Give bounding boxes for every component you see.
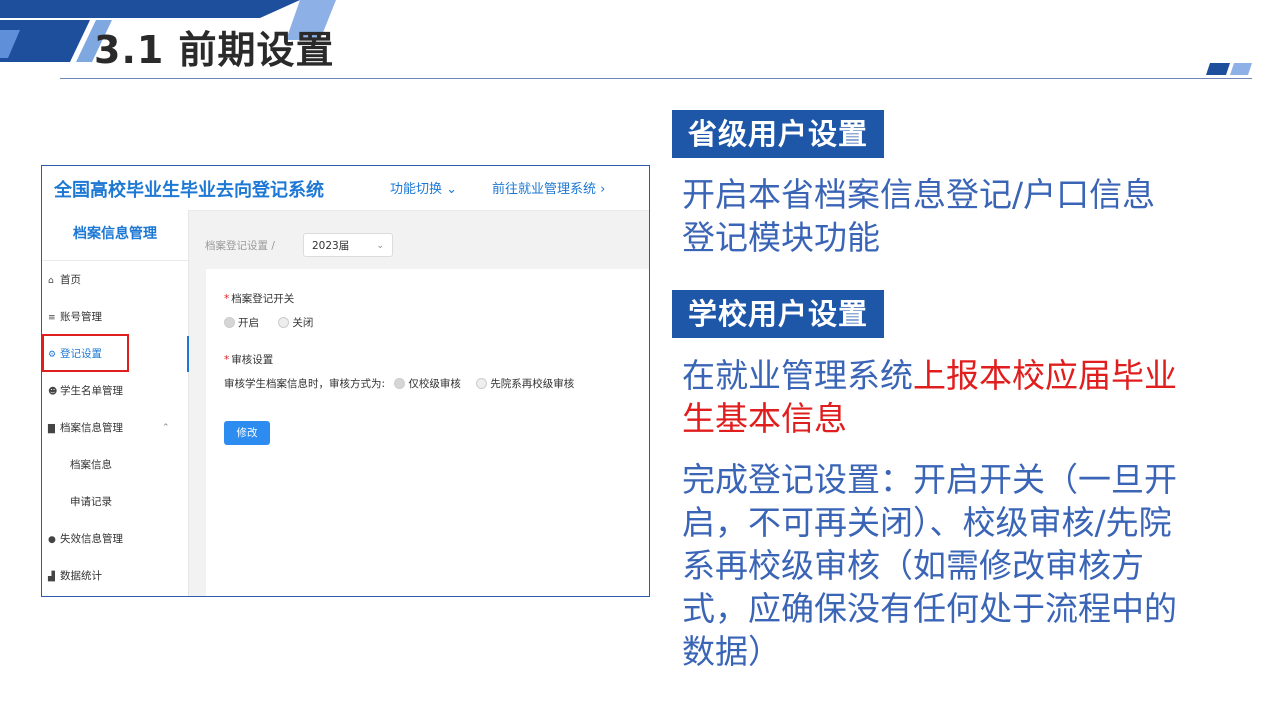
sidebar-item-label: 档案信息管理	[60, 422, 123, 434]
system-screenshot: 全国高校毕业生毕业去向登记系统 功能切换 ⌄ 前往就业管理系统 › 档案信息管理…	[41, 165, 650, 597]
sidebar-item-invalid-info[interactable]: ● 失效信息管理	[42, 521, 188, 557]
year-select[interactable]: 2023届 ⌄	[303, 233, 393, 257]
settings-card: * 档案登记开关 开启 关闭 * 审核设置 审核学生档案信息时，审核方式为: 仅校级…	[206, 269, 649, 596]
provincial-user-label: 省级用户设置	[672, 110, 885, 158]
chevron-down-icon: ⌄	[376, 241, 384, 251]
sidebar-item-student-list[interactable]: ☻ 学生名单管理	[42, 373, 188, 409]
sidebar-item-label: 失效信息管理	[60, 533, 123, 545]
school-user-label: 学校用户设置	[672, 290, 885, 338]
registration-switch-label: * 档案登记开关	[224, 293, 295, 305]
slide-title: 3.1 前期设置	[94, 28, 335, 72]
home-icon: ⌂	[48, 276, 54, 286]
archive-icon: ▇	[48, 424, 55, 434]
highlight-box	[42, 334, 129, 372]
review-prompt: 审核学生档案信息时，审核方式为:	[224, 378, 386, 390]
registration-switch-options: 开启 关闭	[224, 315, 313, 330]
radio-close[interactable]: 关闭	[278, 316, 313, 329]
title-divider	[60, 78, 1252, 79]
sidebar-item-archive-management[interactable]: ▇ 档案信息管理 ⌃	[42, 410, 188, 446]
radio-icon	[224, 316, 235, 328]
sidebar-item-label: 数据统计	[60, 570, 102, 582]
sidebar-item-label: 账号管理	[60, 311, 102, 323]
radio-icon	[476, 377, 488, 389]
required-mark: *	[224, 293, 230, 305]
school-user-text: 在就业管理系统上报本校应届毕业生基本信息	[682, 356, 1177, 438]
list-icon: ≡	[48, 313, 56, 323]
sidebar-header: 档案信息管理	[42, 210, 188, 261]
radio-open[interactable]: 开启	[224, 316, 259, 329]
sidebar-item-home[interactable]: ⌂ 首页	[42, 262, 188, 298]
school-user-steps: 完成登记设置：开启开关（一旦开启，不可再关闭）、校级审核/先院系再校级审核（如需…	[682, 460, 1177, 671]
sidebar-item-label: 学生名单管理	[60, 385, 123, 397]
sidebar-item-accounts[interactable]: ≡ 账号管理	[42, 299, 188, 335]
breadcrumb: 档案登记设置 /	[205, 240, 275, 252]
edit-button[interactable]: 修改	[224, 421, 270, 445]
radio-dept-then-school[interactable]: 先院系再校级审核	[476, 377, 574, 390]
sidebar-item-label: 首页	[60, 274, 81, 286]
radio-icon	[394, 377, 406, 389]
sidebar-item-statistics[interactable]: ▟ 数据统计	[42, 558, 188, 594]
review-settings-label: * 审核设置	[224, 354, 274, 366]
sidebar-subitem-application-records[interactable]: 申请记录	[42, 484, 188, 520]
chart-icon: ▟	[48, 572, 55, 582]
system-header: 全国高校毕业生毕业去向登记系统 功能切换 ⌄ 前往就业管理系统 ›	[42, 166, 649, 211]
chevron-up-icon: ⌃	[162, 423, 170, 433]
main-content: 档案登记设置 / 2023届 ⌄ * 档案登记开关 开启 关闭 * 审核设置 审核学…	[189, 211, 649, 596]
year-select-value: 2023届	[312, 240, 350, 252]
review-method-options: 审核学生档案信息时，审核方式为: 仅校级审核 先院系再校级审核	[224, 376, 574, 391]
radio-icon	[278, 316, 290, 328]
system-title: 全国高校毕业生毕业去向登记系统	[54, 180, 324, 201]
required-mark: *	[224, 354, 230, 366]
circle-icon: ●	[48, 535, 56, 545]
goto-employment-system-link[interactable]: 前往就业管理系统 ›	[492, 178, 605, 197]
sidebar: 档案信息管理 ⌂ 首页 ≡ 账号管理 ⚙ 登记设置 ☻ 学生名单管理 ▇ 档案信息管理 ⌃ …	[42, 210, 189, 596]
radio-school-only[interactable]: 仅校级审核	[394, 377, 461, 390]
function-switch-link[interactable]: 功能切换 ⌄	[390, 178, 457, 197]
sidebar-subitem-archive-info[interactable]: 档案信息	[42, 447, 188, 483]
provincial-user-text: 开启本省档案信息登记/户口信息登记模块功能	[682, 175, 1156, 257]
students-icon: ☻	[48, 387, 58, 397]
corner-decoration	[1206, 63, 1252, 75]
